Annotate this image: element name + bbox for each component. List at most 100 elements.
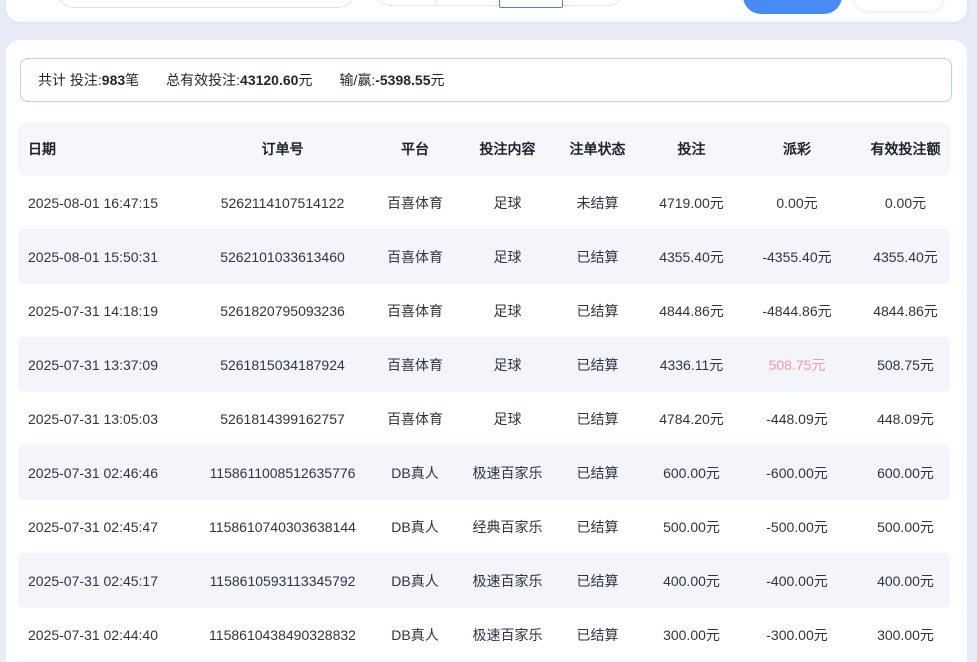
platform-cell: 百喜体育 [360, 193, 470, 213]
summary-total-bets: 共计 投注:983笔 [38, 70, 139, 90]
bet-cell: 600.00元 [650, 463, 733, 483]
valid-cell: 300.00元 [861, 625, 950, 645]
valid-cell: 0.00元 [861, 193, 950, 213]
payout-cell: -4355.40元 [733, 247, 861, 267]
order-cell: 5262101033613460 [205, 249, 360, 265]
column-header: 注单状态 [545, 139, 650, 159]
table-row: 2025-07-31 13:05:035261814399162757百喜体育足… [18, 392, 950, 446]
table-row: 2025-08-01 15:50:315262101033613460百喜体育足… [18, 230, 950, 284]
bet-cell: 500.00元 [650, 517, 733, 537]
column-header: 投注 [650, 139, 733, 159]
filter-segment-3-selected[interactable] [499, 0, 563, 8]
payout-cell: -600.00元 [733, 463, 861, 483]
status-cell: 已结算 [545, 517, 650, 537]
content-cell: 足球 [470, 301, 545, 321]
bet-cell: 4784.20元 [650, 409, 733, 429]
platform-cell: DB真人 [360, 571, 470, 591]
payout-cell: -400.00元 [733, 571, 861, 591]
bet-records-panel: 共计 投注:983笔 总有效投注:43120.60元 输/赢:-5398.55元… [6, 40, 967, 662]
status-cell: 已结算 [545, 625, 650, 645]
date-cell: 2025-07-31 13:37:09 [18, 357, 205, 373]
date-cell: 2025-07-31 02:46:46 [18, 465, 205, 481]
payout-cell: 0.00元 [733, 193, 861, 213]
column-header: 订单号 [205, 139, 360, 159]
order-cell: 1158610438490328832 [205, 627, 360, 643]
status-cell: 已结算 [545, 409, 650, 429]
platform-cell: 百喜体育 [360, 301, 470, 321]
valid-cell: 448.09元 [861, 409, 950, 429]
bet-cell: 4336.11元 [650, 355, 733, 375]
status-cell: 未结算 [545, 193, 650, 213]
filter-segment-group [373, 0, 625, 6]
payout-cell: -448.09元 [733, 409, 861, 429]
valid-cell: 4844.86元 [861, 301, 950, 321]
content-cell: 极速百家乐 [470, 571, 545, 591]
reset-button[interactable] [852, 0, 945, 12]
content-cell: 极速百家乐 [470, 463, 545, 483]
table-row: 2025-07-31 14:18:195261820795093236百喜体育足… [18, 284, 950, 338]
payout-cell: -4844.86元 [733, 301, 861, 321]
table-header-row: 日期订单号平台投注内容注单状态投注派彩有效投注额 [18, 122, 950, 176]
table-row: 2025-07-31 02:46:461158611008512635776DB… [18, 446, 950, 500]
status-cell: 已结算 [545, 247, 650, 267]
order-cell: 1158611008512635776 [205, 465, 360, 481]
table-row: 2025-07-31 02:45:171158610593113345792DB… [18, 554, 950, 608]
filter-segment-1[interactable] [374, 0, 437, 5]
platform-cell: 百喜体育 [360, 409, 470, 429]
bet-cell: 300.00元 [650, 625, 733, 645]
search-input[interactable] [57, 0, 355, 8]
column-header: 派彩 [733, 139, 861, 159]
date-cell: 2025-08-01 16:47:15 [18, 195, 205, 211]
bet-cell: 4844.86元 [650, 301, 733, 321]
payout-cell: -300.00元 [733, 625, 861, 645]
date-cell: 2025-07-31 13:05:03 [18, 411, 205, 427]
date-cell: 2025-07-31 14:18:19 [18, 303, 205, 319]
table-row: 2025-07-31 02:44:401158610438490328832DB… [18, 608, 950, 662]
platform-cell: 百喜体育 [360, 247, 470, 267]
column-header: 有效投注额 [861, 139, 950, 159]
toolbar [6, 0, 967, 22]
date-cell: 2025-07-31 02:44:40 [18, 627, 205, 643]
valid-cell: 508.75元 [861, 355, 950, 375]
order-cell: 1158610740303638144 [205, 519, 360, 535]
bet-cell: 4355.40元 [650, 247, 733, 267]
search-button[interactable] [743, 0, 842, 14]
order-cell: 5261815034187924 [205, 357, 360, 373]
status-cell: 已结算 [545, 301, 650, 321]
content-cell: 足球 [470, 409, 545, 429]
summary-total-valid: 总有效投注:43120.60元 [166, 70, 312, 90]
platform-cell: DB真人 [360, 625, 470, 645]
platform-cell: 百喜体育 [360, 355, 470, 375]
bet-cell: 4719.00元 [650, 193, 733, 213]
order-cell: 5261820795093236 [205, 303, 360, 319]
content-cell: 足球 [470, 247, 545, 267]
payout-cell: 508.75元 [733, 355, 861, 375]
column-header: 投注内容 [470, 139, 545, 159]
status-cell: 已结算 [545, 571, 650, 591]
table-row: 2025-07-31 13:37:095261815034187924百喜体育足… [18, 338, 950, 392]
order-cell: 5262114107514122 [205, 195, 360, 211]
filter-segment-4[interactable] [562, 0, 624, 5]
column-header: 日期 [18, 139, 205, 159]
date-cell: 2025-07-31 02:45:47 [18, 519, 205, 535]
platform-cell: DB真人 [360, 517, 470, 537]
filter-segment-2[interactable] [437, 0, 500, 5]
valid-cell: 4355.40元 [861, 247, 950, 267]
content-cell: 经典百家乐 [470, 517, 545, 537]
status-cell: 已结算 [545, 355, 650, 375]
date-cell: 2025-08-01 15:50:31 [18, 249, 205, 265]
valid-cell: 600.00元 [861, 463, 950, 483]
column-header: 平台 [360, 139, 470, 159]
table-row: 2025-08-01 16:47:155262114107514122百喜体育足… [18, 176, 950, 230]
payout-cell: -500.00元 [733, 517, 861, 537]
order-cell: 1158610593113345792 [205, 573, 360, 589]
content-cell: 足球 [470, 355, 545, 375]
bet-cell: 400.00元 [650, 571, 733, 591]
valid-cell: 500.00元 [861, 517, 950, 537]
content-cell: 足球 [470, 193, 545, 213]
status-cell: 已结算 [545, 463, 650, 483]
table-row: 2025-07-31 02:45:471158610740303638144DB… [18, 500, 950, 554]
valid-cell: 400.00元 [861, 571, 950, 591]
summary-bar: 共计 投注:983笔 总有效投注:43120.60元 输/赢:-5398.55元 [20, 58, 952, 102]
platform-cell: DB真人 [360, 463, 470, 483]
